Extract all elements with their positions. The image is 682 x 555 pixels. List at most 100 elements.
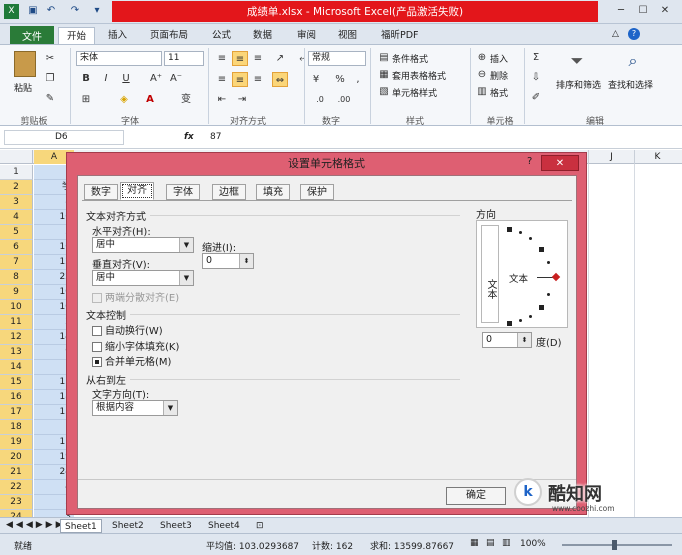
font-name-box[interactable]: 宋体 [76, 51, 162, 66]
cell-style-button[interactable]: 单元格样式 [392, 86, 437, 99]
dialog-tab-number[interactable]: 数字 [84, 184, 118, 200]
insert-cells-button[interactable]: 插入 [490, 52, 508, 65]
row-header[interactable]: 22 [0, 480, 33, 495]
save-icon[interactable]: ▣ [26, 4, 40, 18]
sheet-tab-3[interactable]: Sheet3 [156, 519, 196, 533]
find-select-button[interactable]: 查找和选择 [608, 78, 653, 91]
clear-icon[interactable]: ✐ [528, 90, 544, 105]
find-select-icon[interactable]: ⌕ [622, 51, 644, 73]
row-header[interactable]: 11 [0, 315, 33, 330]
merge-cells-option[interactable]: 合并单元格(M) [92, 353, 171, 368]
number-format-box[interactable]: 常规 [308, 51, 366, 66]
currency-icon[interactable]: ¥ [308, 72, 324, 87]
column-header-k[interactable]: K [634, 150, 680, 164]
dialog-help-icon[interactable]: ? [527, 156, 532, 167]
dialog-tab-font[interactable]: 字体 [166, 184, 200, 200]
zoom-level[interactable]: 100% [520, 539, 546, 549]
delete-cells-button[interactable]: 删除 [490, 69, 508, 82]
row-header[interactable]: 7 [0, 255, 33, 270]
format-painter-icon[interactable]: ✎ [42, 91, 58, 106]
row-header[interactable]: 20 [0, 450, 33, 465]
insert-function-button[interactable]: fx [184, 132, 194, 142]
row-header[interactable]: 21 [0, 465, 33, 480]
row-header[interactable]: 13 [0, 345, 33, 360]
h-align-select[interactable]: 居中 ▼ [92, 237, 194, 253]
format-cells-button[interactable]: 格式 [490, 86, 508, 99]
merge-cells-checkbox[interactable] [92, 357, 102, 367]
row-header[interactable]: 18 [0, 420, 33, 435]
align-left-icon[interactable]: ≡ [214, 72, 230, 87]
font-color-button[interactable]: A [142, 92, 158, 107]
orientation-handle[interactable] [551, 272, 561, 282]
orientation-icon[interactable]: ↗ [272, 51, 288, 66]
row-header[interactable]: 9 [0, 285, 33, 300]
row-header[interactable]: 8 [0, 270, 33, 285]
row-header[interactable]: 14 [0, 360, 33, 375]
spinner-icon[interactable]: ⬍ [239, 254, 253, 268]
autosum-button[interactable]: Σ [528, 50, 544, 65]
italic-button[interactable]: I [98, 71, 114, 86]
align-right-icon[interactable]: ≡ [250, 72, 266, 87]
page-break-view-icon[interactable]: ▥ [502, 538, 511, 548]
dialog-tab-protection[interactable]: 保护 [300, 184, 334, 200]
ok-button[interactable]: 确定 [446, 487, 506, 505]
help-icon[interactable]: ? [628, 28, 640, 40]
sheet-tab-1[interactable]: Sheet1 [60, 519, 102, 533]
tab-view[interactable]: 视图 [330, 27, 365, 44]
sheet-tab-2[interactable]: Sheet2 [108, 519, 148, 533]
paste-icon[interactable] [14, 51, 36, 77]
copy-icon[interactable]: ❐ [42, 71, 58, 86]
fill-color-icon[interactable]: ◈ [116, 92, 132, 107]
chevron-down-icon[interactable]: ▼ [179, 271, 193, 285]
vertical-text-box[interactable]: 文本 [481, 225, 499, 323]
sheet-tab-4[interactable]: Sheet4 [204, 519, 244, 533]
shrink-fit-option[interactable]: 缩小字体填充(K) [92, 338, 179, 353]
degree-spinner[interactable]: 0 ⬍ [482, 332, 532, 348]
table-format-button[interactable]: 套用表格格式 [392, 69, 446, 82]
font-size-box[interactable]: 11 [164, 51, 204, 66]
fill-icon[interactable]: ⇩ [528, 70, 544, 85]
dialog-tab-alignment[interactable]: 对齐 [120, 182, 154, 200]
insert-sheet-icon[interactable]: ⊡ [252, 519, 268, 533]
paste-button-label[interactable]: 粘贴 [14, 81, 32, 94]
percent-button[interactable]: % [332, 72, 348, 87]
row-header[interactable]: 5 [0, 225, 33, 240]
row-header[interactable]: 4 [0, 210, 33, 225]
row-header[interactable]: 2 [0, 180, 33, 195]
align-bottom-icon[interactable]: ≡ [250, 51, 266, 66]
wrap-text-option[interactable]: 自动换行(W) [92, 322, 163, 337]
zoom-slider[interactable] [562, 544, 672, 546]
normal-view-icon[interactable]: ▦ [470, 538, 479, 548]
page-layout-view-icon[interactable]: ▤ [486, 538, 495, 548]
v-align-select[interactable]: 居中 ▼ [92, 270, 194, 286]
row-header[interactable]: 1 [0, 165, 33, 180]
row-header[interactable]: 19 [0, 435, 33, 450]
select-all-corner[interactable] [0, 150, 33, 164]
conditional-format-button[interactable]: 条件格式 [392, 52, 428, 65]
dialog-tab-fill[interactable]: 填充 [256, 184, 290, 200]
close-window-button[interactable]: ✕ [656, 3, 674, 19]
sheet-nav-arrows[interactable]: ◀◀◀▶▶▶ [6, 520, 66, 530]
tab-foxit-pdf[interactable]: 福昕PDF [373, 27, 427, 44]
row-header[interactable]: 3 [0, 195, 33, 210]
formula-input[interactable]: 87 [210, 132, 221, 142]
customize-qat-icon[interactable]: ▾ [90, 4, 104, 18]
row-header[interactable]: 12 [0, 330, 33, 345]
row-header[interactable]: 10 [0, 300, 33, 315]
file-tab[interactable]: 文件 [10, 26, 54, 44]
shrink-fit-checkbox[interactable] [92, 342, 102, 352]
orientation-box[interactable]: 文本 文本 [476, 220, 568, 328]
decrease-indent-icon[interactable]: ⇤ [214, 92, 230, 107]
zoom-slider-thumb[interactable] [612, 540, 617, 550]
dialog-close-button[interactable]: ✕ [541, 155, 579, 171]
indent-spinner[interactable]: 0 ⬍ [202, 253, 254, 269]
tab-insert[interactable]: 插入 [100, 27, 135, 44]
increase-indent-icon[interactable]: ⇥ [234, 92, 250, 107]
column-header-j[interactable]: J [588, 150, 634, 164]
increase-decimal-icon[interactable]: .0 [312, 92, 328, 107]
dialog-tab-border[interactable]: 边框 [212, 184, 246, 200]
phonetic-button[interactable]: 变 [178, 92, 194, 107]
wrap-text-checkbox[interactable] [92, 326, 102, 336]
sort-filter-button[interactable]: 排序和筛选 [556, 78, 601, 91]
underline-button[interactable]: U [118, 71, 134, 86]
